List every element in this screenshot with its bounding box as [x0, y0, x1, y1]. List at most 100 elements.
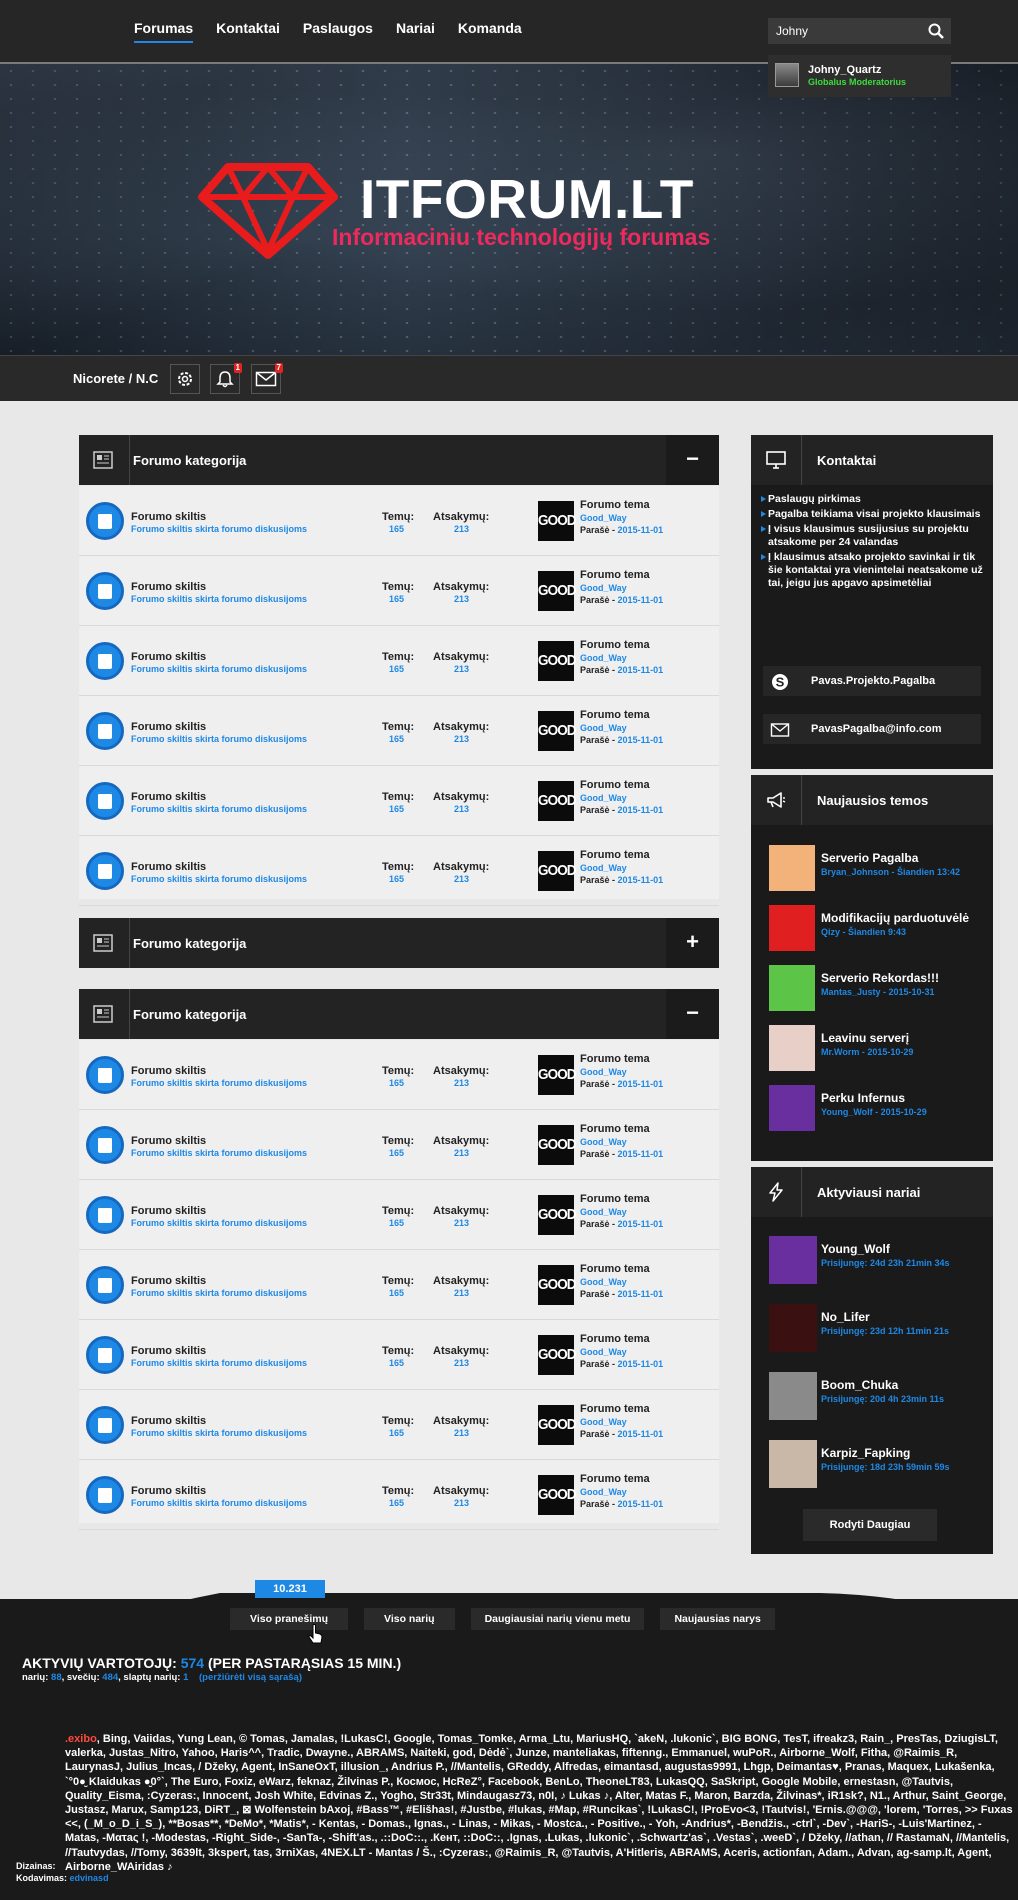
forum-row[interactable]: Forumo skiltis Forumo skiltis skirta foru… — [79, 556, 719, 626]
last-poster-avatar[interactable]: GOOD — [538, 1054, 577, 1095]
last-poster-avatar[interactable]: GOOD — [538, 780, 577, 821]
show-more-button[interactable]: Rodyti Daugiau — [803, 1509, 937, 1541]
latest-topic-item[interactable]: Modifikacijų parduotuvėlė Qizy - Šiandien… — [769, 905, 984, 953]
forum-name[interactable]: Forumo skiltis — [131, 721, 206, 733]
forum-name[interactable]: Forumo skiltis — [131, 651, 206, 663]
last-topic-title[interactable]: Forumo tema — [580, 639, 650, 651]
tab-most-online[interactable]: Daugiausiai narių vienu metu — [470, 1608, 645, 1630]
settings-button[interactable] — [170, 364, 200, 394]
forum-row[interactable]: Forumo skiltis Forumo skiltis skirta foru… — [79, 486, 719, 556]
last-poster-name[interactable]: Good_Way — [580, 1207, 627, 1217]
last-poster-name[interactable]: Good_Way — [580, 863, 627, 873]
skype-contact[interactable]: S Pavas.Projekto.Pagalba — [763, 666, 981, 696]
last-poster-name[interactable]: Good_Way — [580, 1277, 627, 1287]
forum-name[interactable]: Forumo skiltis — [131, 1415, 206, 1427]
last-poster-avatar[interactable]: GOOD — [538, 1474, 577, 1515]
latest-topic-item[interactable]: Leavinu serverį Mr.Worm - 2015-10-29 — [769, 1025, 984, 1073]
last-poster-name[interactable]: Good_Way — [580, 653, 627, 663]
forum-name[interactable]: Forumo skiltis — [131, 511, 206, 523]
forum-row[interactable]: Forumo skiltis Forumo skiltis skirta foru… — [79, 1040, 719, 1110]
active-member-item[interactable]: Karpiz_Fapking Prisijungę: 18d 23h 59min … — [769, 1440, 984, 1488]
avatar[interactable] — [769, 1304, 817, 1352]
last-poster-avatar[interactable]: GOOD — [538, 640, 577, 681]
forum-row[interactable]: Forumo skiltis Forumo skiltis skirta foru… — [79, 626, 719, 696]
member-name[interactable]: Karpiz_Fapking — [821, 1446, 910, 1460]
topic-title[interactable]: Serverio Rekordas!!! — [821, 971, 939, 985]
last-poster-avatar[interactable]: GOOD — [538, 1404, 577, 1445]
active-member-item[interactable]: No_Lifer Prisijungę: 23d 12h 11min 21s — [769, 1304, 984, 1352]
search-suggestion[interactable]: Johny_Quartz Globalus Moderatorius — [768, 55, 951, 97]
last-poster-avatar[interactable]: GOOD — [538, 1194, 577, 1235]
forum-name[interactable]: Forumo skiltis — [131, 1345, 206, 1357]
avatar[interactable] — [769, 965, 815, 1011]
last-topic-title[interactable]: Forumo tema — [580, 1333, 650, 1345]
view-full-list-link[interactable]: (peržiūrėti visą sąrašą) — [199, 1672, 302, 1683]
last-poster-avatar[interactable]: GOOD — [538, 1334, 577, 1375]
forum-name[interactable]: Forumo skiltis — [131, 581, 206, 593]
coder-link[interactable]: edvinasd — [70, 1873, 109, 1883]
latest-topic-item[interactable]: Perku Infernus Young_Wolf - 2015-10-29 — [769, 1085, 984, 1133]
tab-total-posts[interactable]: Viso pranešimų — [230, 1608, 349, 1630]
last-poster-avatar[interactable]: GOOD — [538, 570, 577, 611]
avatar[interactable] — [769, 1372, 817, 1420]
last-poster-avatar[interactable]: GOOD — [538, 500, 577, 541]
messages-button[interactable]: 7 — [251, 363, 283, 394]
collapse-button[interactable]: − — [666, 989, 719, 1039]
forum-row[interactable]: Forumo skiltis Forumo skiltis skirta foru… — [79, 1390, 719, 1460]
last-poster-name[interactable]: Good_Way — [580, 513, 627, 523]
forum-row[interactable]: Forumo skiltis Forumo skiltis skirta foru… — [79, 1180, 719, 1250]
last-poster-avatar[interactable]: GOOD — [538, 1264, 577, 1305]
avatar[interactable] — [769, 1236, 817, 1284]
last-topic-title[interactable]: Forumo tema — [580, 1473, 650, 1485]
active-member-item[interactable]: Young_Wolf Prisijungę: 24d 23h 21min 34s — [769, 1236, 984, 1284]
forum-row[interactable]: Forumo skiltis Forumo skiltis skirta foru… — [79, 1460, 719, 1530]
tab-total-members[interactable]: Viso narių — [364, 1608, 455, 1630]
category-header[interactable]: Forumo kategorija − — [79, 989, 719, 1039]
forum-name[interactable]: Forumo skiltis — [131, 1065, 206, 1077]
forum-name[interactable]: Forumo skiltis — [131, 1135, 206, 1147]
last-topic-title[interactable]: Forumo tema — [580, 1053, 650, 1065]
nav-link-komanda[interactable]: Komanda — [458, 20, 522, 43]
last-poster-avatar[interactable]: GOOD — [538, 1124, 577, 1165]
forum-row[interactable]: Forumo skiltis Forumo skiltis skirta foru… — [79, 836, 719, 906]
last-poster-name[interactable]: Good_Way — [580, 723, 627, 733]
search-input[interactable] — [768, 18, 951, 44]
topic-title[interactable]: Leavinu serverį — [821, 1031, 909, 1045]
last-topic-title[interactable]: Forumo tema — [580, 1263, 650, 1275]
nav-link-paslaugos[interactable]: Paslaugos — [303, 20, 373, 43]
last-topic-title[interactable]: Forumo tema — [580, 849, 650, 861]
last-poster-avatar[interactable]: GOOD — [538, 710, 577, 751]
forum-row[interactable]: Forumo skiltis Forumo skiltis skirta foru… — [79, 1110, 719, 1180]
user-link[interactable]: .exibo — [65, 1733, 97, 1745]
last-poster-name[interactable]: Good_Way — [580, 1067, 627, 1077]
search-icon[interactable] — [927, 22, 945, 40]
category-header[interactable]: Forumo kategorija + — [79, 918, 719, 968]
topic-title[interactable]: Serverio Pagalba — [821, 851, 918, 865]
nav-link-forumas[interactable]: Forumas — [134, 20, 194, 43]
forum-name[interactable]: Forumo skiltis — [131, 1485, 206, 1497]
forum-name[interactable]: Forumo skiltis — [131, 1275, 206, 1287]
latest-topic-item[interactable]: Serverio Rekordas!!! Mantas_Justy - 2015-… — [769, 965, 984, 1013]
avatar[interactable] — [769, 1085, 815, 1131]
collapse-button[interactable]: − — [666, 435, 719, 485]
tab-newest-member[interactable]: Naujausias narys — [660, 1608, 775, 1630]
member-name[interactable]: Young_Wolf — [821, 1242, 890, 1256]
forum-name[interactable]: Forumo skiltis — [131, 1205, 206, 1217]
expand-button[interactable]: + — [666, 918, 719, 968]
avatar[interactable] — [769, 845, 815, 891]
last-poster-avatar[interactable]: GOOD — [538, 850, 577, 891]
last-poster-name[interactable]: Good_Way — [580, 583, 627, 593]
active-member-item[interactable]: Boom_Chuka Prisijungę: 20d 4h 23min 11s — [769, 1372, 984, 1420]
last-poster-name[interactable]: Good_Way — [580, 1487, 627, 1497]
forum-row[interactable]: Forumo skiltis Forumo skiltis skirta foru… — [79, 696, 719, 766]
last-topic-title[interactable]: Forumo tema — [580, 1403, 650, 1415]
last-poster-name[interactable]: Good_Way — [580, 1417, 627, 1427]
last-topic-title[interactable]: Forumo tema — [580, 779, 650, 791]
last-poster-name[interactable]: Good_Way — [580, 1137, 627, 1147]
site-title[interactable]: ITFORUM.LT — [360, 167, 694, 231]
email-contact[interactable]: PavasPagalba@info.com — [763, 714, 981, 744]
latest-topic-item[interactable]: Serverio Pagalba Bryan_Johnson - Šiandien… — [769, 845, 984, 893]
forum-row[interactable]: Forumo skiltis Forumo skiltis skirta foru… — [79, 1250, 719, 1320]
avatar[interactable] — [769, 1440, 817, 1488]
forum-name[interactable]: Forumo skiltis — [131, 791, 206, 803]
